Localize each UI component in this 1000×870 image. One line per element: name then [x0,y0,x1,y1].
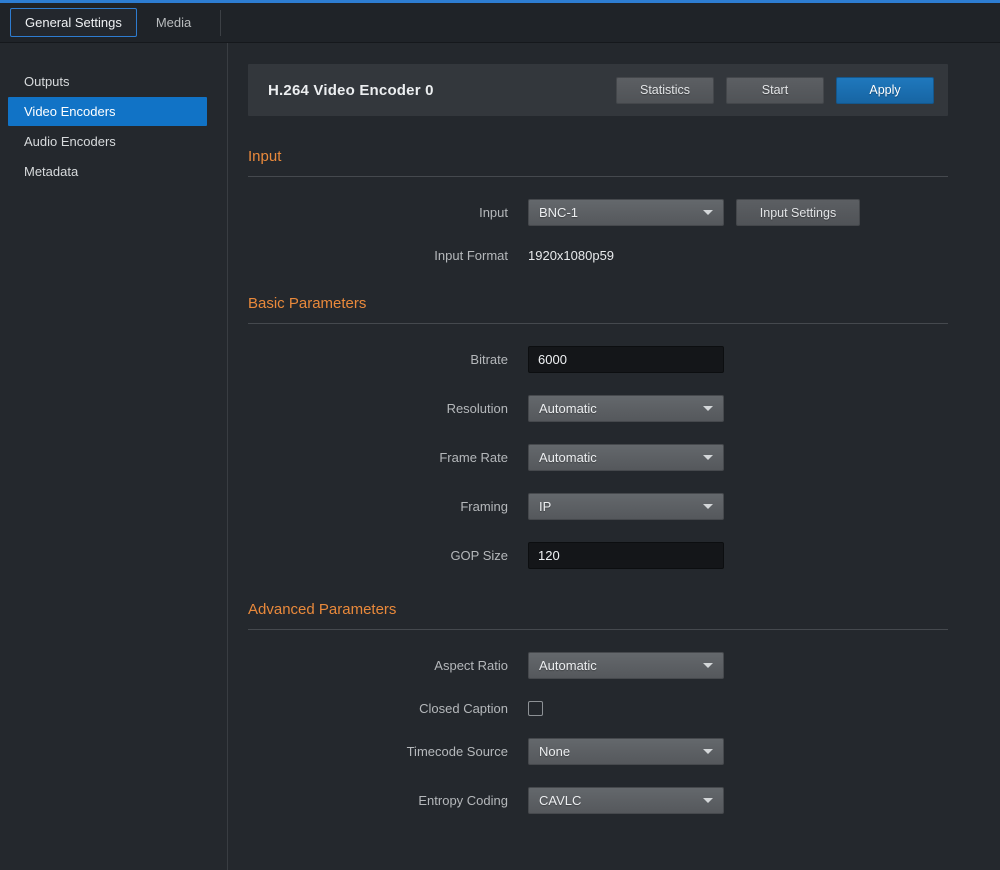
resolution-select-value: Automatic [539,401,597,416]
chevron-down-icon [703,798,713,803]
section-title-basic-parameters: Basic Parameters [248,295,948,324]
input-label: Input [248,205,528,220]
aspect-ratio-select-value: Automatic [539,658,597,673]
closed-caption-label: Closed Caption [248,701,528,716]
chevron-down-icon [703,504,713,509]
bitrate-input[interactable] [528,346,724,373]
timecode-source-select-value: None [539,744,570,759]
aspect-ratio-select[interactable]: Automatic [528,652,724,679]
row-framing: Framing IP [248,493,948,520]
chevron-down-icon [703,749,713,754]
row-entropy-coding: Entropy Coding CAVLC [248,787,948,814]
frame-rate-select[interactable]: Automatic [528,444,724,471]
page-layout: Outputs Video Encoders Audio Encoders Me… [0,43,1000,870]
input-format-value: 1920x1080p59 [528,248,614,263]
row-bitrate: Bitrate [248,346,948,373]
input-select[interactable]: BNC-1 [528,199,724,226]
topbar-divider [220,10,221,36]
page-title: H.264 Video Encoder 0 [268,82,434,99]
encoder-header-bar: H.264 Video Encoder 0 Statistics Start A… [248,64,948,116]
chevron-down-icon [703,406,713,411]
chevron-down-icon [703,210,713,215]
framing-select-value: IP [539,499,551,514]
input-format-label: Input Format [248,248,528,263]
gop-size-input[interactable] [528,542,724,569]
entropy-coding-select-value: CAVLC [539,793,581,808]
tab-media[interactable]: Media [141,8,206,37]
input-select-value: BNC-1 [539,205,578,220]
top-tab-bar: General Settings Media [0,3,1000,43]
entropy-coding-label: Entropy Coding [248,793,528,808]
row-input: Input BNC-1 Input Settings [248,199,948,226]
row-closed-caption: Closed Caption [248,701,948,716]
sidebar-item-audio-encoders[interactable]: Audio Encoders [8,127,207,156]
chevron-down-icon [703,663,713,668]
closed-caption-checkbox[interactable] [528,701,543,716]
timecode-source-label: Timecode Source [248,744,528,759]
framing-select[interactable]: IP [528,493,724,520]
row-gop-size: GOP Size [248,542,948,569]
sidebar-item-video-encoders[interactable]: Video Encoders [8,97,207,126]
section-title-advanced-parameters: Advanced Parameters [248,601,948,630]
chevron-down-icon [703,455,713,460]
row-input-format: Input Format 1920x1080p59 [248,248,948,263]
input-settings-button[interactable]: Input Settings [736,199,860,226]
section-title-input: Input [248,148,948,177]
tab-general-settings[interactable]: General Settings [10,8,137,37]
sidebar-item-outputs[interactable]: Outputs [8,67,207,96]
resolution-select[interactable]: Automatic [528,395,724,422]
aspect-ratio-label: Aspect Ratio [248,658,528,673]
row-frame-rate: Frame Rate Automatic [248,444,948,471]
resolution-label: Resolution [248,401,528,416]
framing-label: Framing [248,499,528,514]
sidebar-item-metadata[interactable]: Metadata [8,157,207,186]
row-resolution: Resolution Automatic [248,395,948,422]
header-button-group: Statistics Start Apply [604,77,934,104]
row-aspect-ratio: Aspect Ratio Automatic [248,652,948,679]
sidebar: Outputs Video Encoders Audio Encoders Me… [0,43,228,870]
bitrate-label: Bitrate [248,352,528,367]
frame-rate-select-value: Automatic [539,450,597,465]
timecode-source-select[interactable]: None [528,738,724,765]
statistics-button[interactable]: Statistics [616,77,714,104]
gop-size-label: GOP Size [248,548,528,563]
main-panel: H.264 Video Encoder 0 Statistics Start A… [228,43,1000,870]
frame-rate-label: Frame Rate [248,450,528,465]
entropy-coding-select[interactable]: CAVLC [528,787,724,814]
start-button[interactable]: Start [726,77,824,104]
row-timecode-source: Timecode Source None [248,738,948,765]
apply-button[interactable]: Apply [836,77,934,104]
